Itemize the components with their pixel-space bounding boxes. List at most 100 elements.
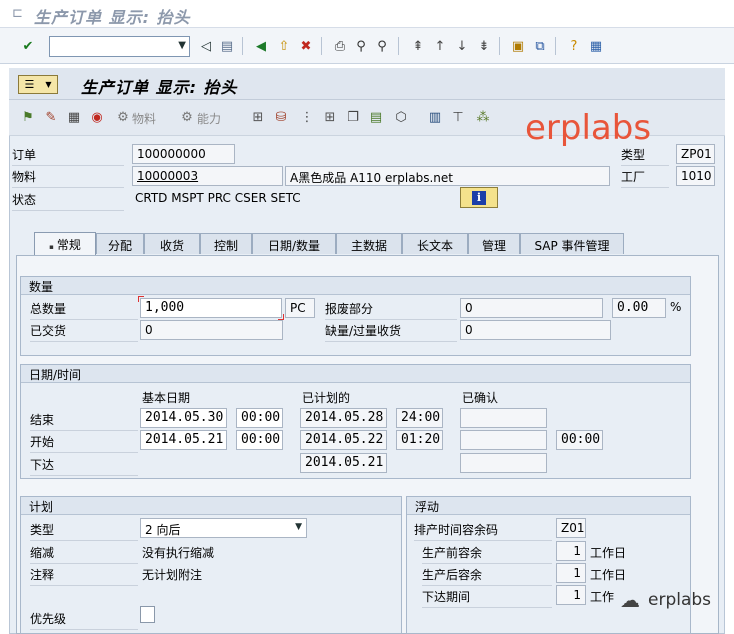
float-after-label: 生产后容余 <box>422 566 552 586</box>
save-icon[interactable]: ▤ <box>219 38 235 54</box>
note-label: 注释 <box>30 566 138 586</box>
percent-sign: % <box>670 300 682 314</box>
tab-label: 常规 <box>56 238 81 252</box>
material-button-label[interactable]: 物料 <box>132 110 156 127</box>
end-confirmed-date[interactable] <box>460 408 547 428</box>
info-icon: i <box>472 190 486 205</box>
next-page-icon[interactable]: ↓ <box>454 38 470 54</box>
scrap-percent-field[interactable]: 0.00 <box>612 298 666 318</box>
delivered-field[interactable]: 0 <box>140 320 283 340</box>
title-bar: ⊏ 生产订单 显示: 抬头 <box>0 0 734 28</box>
end-label: 结束 <box>30 411 138 431</box>
screen-title: 生产订单 显示: 抬头 <box>81 78 238 97</box>
float-after-field[interactable]: 1 <box>556 563 586 583</box>
calculator-icon[interactable]: ▦ <box>66 109 82 125</box>
chevron-down-icon[interactable]: ▼ <box>295 522 302 532</box>
chevron-down-icon[interactable]: ▼ <box>178 40 186 51</box>
release-scheduled-date[interactable]: 2014.05.21 <box>300 453 387 473</box>
material-icon[interactable]: ⚙ <box>115 109 131 125</box>
end-basic-time[interactable]: 00:00 <box>236 408 283 428</box>
print-icon[interactable]: ⎙ <box>332 38 348 54</box>
material-field[interactable]: 10000003 <box>132 166 283 186</box>
first-page-icon[interactable]: ⇞ <box>410 38 426 54</box>
find-next-icon[interactable]: ⚲ <box>374 38 390 54</box>
last-page-icon[interactable]: ⇟ <box>476 38 492 54</box>
capacity-button-label[interactable]: 能力 <box>197 110 221 127</box>
sequence-icon[interactable]: ⋮ <box>299 109 315 125</box>
order-type-field[interactable]: ZP01 <box>676 144 715 164</box>
documents-icon[interactable]: ❐ <box>345 109 361 125</box>
end-basic-date[interactable]: 2014.05.30 <box>140 408 227 428</box>
start-basic-date[interactable]: 2014.05.21 <box>140 430 227 450</box>
total-qty-field[interactable]: 1,000 <box>140 298 282 318</box>
create-session-icon[interactable]: ▣ <box>510 38 526 54</box>
prt-icon[interactable]: ⊞ <box>322 109 338 125</box>
start-scheduled-time[interactable]: 01:20 <box>396 430 443 450</box>
start-scheduled-date[interactable]: 2014.05.22 <box>300 430 387 450</box>
plant-label: 工厂 <box>621 168 669 188</box>
hierarchy-icon[interactable]: ⊤ <box>450 109 466 125</box>
network-icon[interactable]: ⁂ <box>475 109 491 125</box>
scheduling-type-select[interactable]: 2 向后 ▼ <box>140 518 307 538</box>
tab-control[interactable]: 控制 <box>200 233 252 254</box>
float-before-field[interactable]: 1 <box>556 541 586 561</box>
short-excess-field[interactable]: 0 <box>460 320 611 340</box>
prev-page-icon[interactable]: ↑ <box>432 38 448 54</box>
list-icon[interactable]: ▤ <box>368 109 384 125</box>
scrap-field[interactable]: 0 <box>460 298 603 318</box>
footer-watermark: erplabs <box>648 590 712 610</box>
info-button[interactable]: i <box>460 187 498 208</box>
tab-administration[interactable]: 管理 <box>468 233 520 254</box>
toolbar-separator <box>321 37 322 55</box>
release-confirmed-date[interactable] <box>460 453 547 473</box>
tab-dates-qty[interactable]: 日期/数量 <box>252 233 336 254</box>
window-menu-icon[interactable]: ⊏ <box>12 6 23 21</box>
table-icon[interactable]: ▥ <box>427 109 443 125</box>
standard-toolbar: ✔ ▼ ◁ ▤ ◀ ⇧ ✖ ⎙ ⚲ ⚲ ⇞ ↑ ↓ ⇟ ▣ ⧉ ? ▦ <box>0 28 734 64</box>
toolbar-separator <box>499 37 500 55</box>
tab-assignment[interactable]: 分配 <box>96 233 144 254</box>
float-before-unit: 工作日 <box>590 546 627 560</box>
watermark: erplabs <box>525 108 652 148</box>
start-basic-time[interactable]: 00:00 <box>236 430 283 450</box>
menu-icon: ☰ <box>24 78 35 91</box>
priority-field[interactable] <box>140 606 155 623</box>
header-menu-button[interactable]: ☰ ▼ <box>18 75 58 94</box>
start-confirmed-time[interactable]: 00:00 <box>556 430 603 450</box>
release-period-field[interactable]: 1 <box>556 585 586 605</box>
exit-icon[interactable]: ⇧ <box>276 38 292 54</box>
back-icon[interactable]: ◁ <box>198 38 214 54</box>
cancel-icon[interactable]: ✖ <box>298 38 314 54</box>
float-key-field[interactable]: Z01 <box>556 518 586 538</box>
edit-icon[interactable]: ✎ <box>43 109 59 125</box>
toolbar-separator <box>242 37 243 55</box>
layout-icon[interactable]: ▦ <box>588 38 604 54</box>
plant-field[interactable]: 1010 <box>676 166 715 186</box>
command-field[interactable]: ▼ <box>49 36 190 57</box>
status-icon[interactable]: ◉ <box>89 109 105 125</box>
delivered-label: 已交货 <box>30 322 138 342</box>
capacity-icon[interactable]: ⚙ <box>179 109 195 125</box>
find-icon[interactable]: ⚲ <box>353 38 369 54</box>
end-scheduled-date[interactable]: 2014.05.28 <box>300 408 387 428</box>
start-confirmed-date[interactable] <box>460 430 547 450</box>
order-field[interactable]: 100000000 <box>132 144 235 164</box>
cube-icon[interactable]: ⬡ <box>393 109 409 125</box>
unit-field[interactable]: PC <box>285 298 315 318</box>
help-icon[interactable]: ? <box>566 38 582 54</box>
operations-icon[interactable]: ⊞ <box>250 109 266 125</box>
components-icon[interactable]: ⛁ <box>273 109 289 125</box>
tab-goods-receipt[interactable]: 收货 <box>144 233 200 254</box>
shortcut-icon[interactable]: ⧉ <box>532 38 548 54</box>
back-nav-icon[interactable]: ◀ <box>253 38 269 54</box>
tab-general[interactable]: ▪ 常规 <box>34 232 96 255</box>
window-title: 生产订单 显示: 抬头 <box>34 8 191 27</box>
enter-icon[interactable]: ✔ <box>20 38 36 54</box>
flag-icon[interactable]: ⚑ <box>20 109 36 125</box>
float-before-label: 生产前容余 <box>422 544 552 564</box>
tab-sap-event-management[interactable]: SAP 事件管理 <box>520 233 624 254</box>
end-scheduled-time[interactable]: 24:00 <box>396 408 443 428</box>
release-label: 下达 <box>30 456 138 476</box>
tab-long-text[interactable]: 长文本 <box>402 233 468 254</box>
tab-master-data[interactable]: 主数据 <box>336 233 402 254</box>
